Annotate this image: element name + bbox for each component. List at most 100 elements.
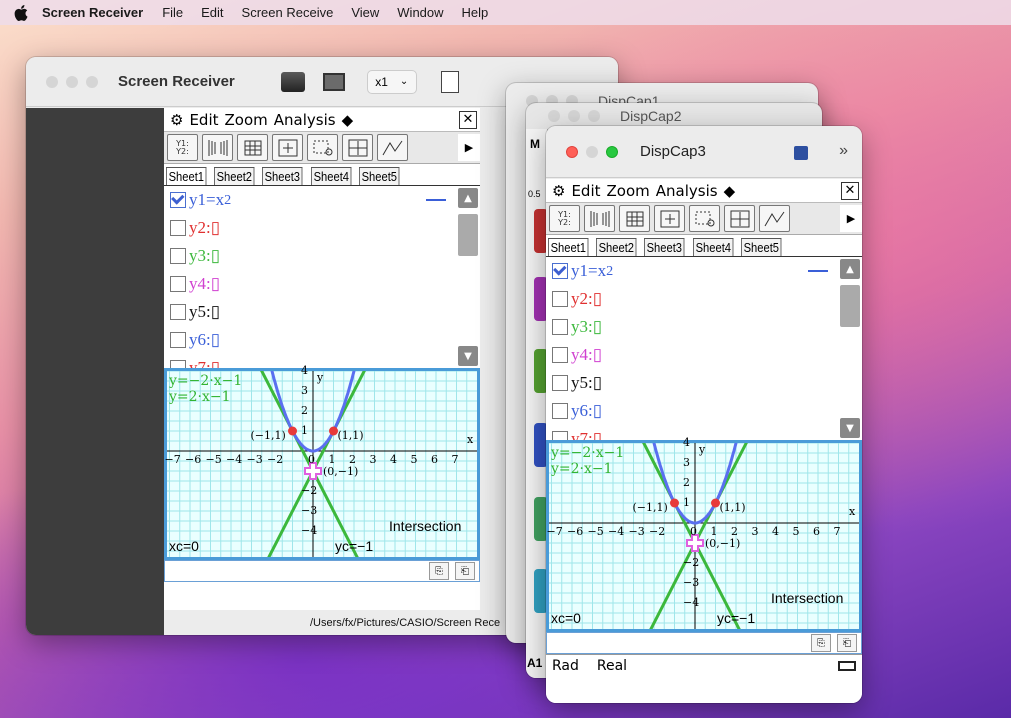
menu-help[interactable]: Help	[462, 5, 489, 20]
zoom-button[interactable]	[588, 110, 600, 122]
equation-label[interactable]: y4:	[571, 345, 593, 365]
family-icon[interactable]	[584, 205, 615, 232]
zoom-button[interactable]	[86, 75, 98, 88]
yeq-button[interactable]: Y1: Y2:	[549, 205, 580, 232]
menu-analysis[interactable]: Analysis	[656, 182, 718, 200]
equation-row[interactable]: y3: ▯	[164, 242, 480, 270]
family-icon[interactable]	[202, 134, 233, 161]
equation-row[interactable]: y1= x 2	[546, 257, 862, 285]
scroll-down-icon[interactable]: ▼	[458, 346, 478, 366]
equation-row[interactable]: y1= x 2	[164, 186, 480, 214]
equation-label[interactable]: y1=	[189, 190, 216, 210]
equation-row[interactable]: y2: ▯	[164, 214, 480, 242]
close-button[interactable]	[46, 75, 58, 88]
equation-expression[interactable]: ▯	[593, 317, 602, 337]
screen-add-icon[interactable]	[322, 72, 345, 91]
equation-expression[interactable]: x	[598, 261, 607, 281]
equation-label[interactable]: y2:	[571, 289, 593, 309]
equation-label[interactable]: y7:	[189, 358, 211, 368]
menu-app-name[interactable]: Screen Receiver	[42, 5, 143, 20]
equation-checkbox[interactable]	[170, 276, 186, 292]
tab-sheet2[interactable]: Sheet2	[214, 167, 255, 185]
scroll-down-icon[interactable]: ▼	[840, 418, 860, 438]
equation-expression[interactable]: ▯	[211, 274, 220, 294]
zoom-box-icon[interactable]	[689, 205, 720, 232]
equation-expression[interactable]: ▯	[593, 345, 602, 365]
line-style-icon[interactable]	[808, 270, 828, 272]
tab-sheet3[interactable]: Sheet3	[644, 238, 686, 256]
equation-label[interactable]: y1=	[571, 261, 598, 281]
equation-expression[interactable]: x	[216, 190, 225, 210]
equation-row[interactable]: y7: ▯	[546, 425, 862, 440]
scroll-up-icon[interactable]: ▲	[840, 259, 860, 279]
scroll-thumb[interactable]	[458, 214, 478, 256]
menu-edit-calc[interactable]: Edit	[571, 182, 600, 200]
equation-label[interactable]: y3:	[189, 246, 211, 266]
minimize-button[interactable]	[568, 110, 580, 122]
equation-row[interactable]: y2: ▯	[546, 285, 862, 313]
menu-zoom[interactable]: Zoom	[225, 111, 268, 129]
equation-expression[interactable]: ▯	[593, 373, 602, 393]
equation-checkbox[interactable]	[552, 347, 568, 363]
close-icon[interactable]: ✕	[841, 182, 859, 200]
minimize-button[interactable]	[586, 145, 598, 158]
menu-edit-calc[interactable]: Edit	[189, 111, 218, 129]
equation-checkbox[interactable]	[552, 431, 568, 440]
zoom-fit-icon[interactable]	[654, 205, 685, 232]
zoom-auto-icon[interactable]	[342, 134, 373, 161]
double-chevron-icon[interactable]: »	[839, 142, 848, 160]
equation-checkbox[interactable]	[170, 332, 186, 348]
play-icon[interactable]: ▶	[458, 134, 480, 161]
equation-label[interactable]: y5:	[571, 373, 593, 393]
equation-checkbox[interactable]	[552, 375, 568, 391]
apple-icon[interactable]	[0, 4, 42, 21]
trace-icon[interactable]	[377, 134, 408, 161]
equation-checkbox[interactable]	[170, 360, 186, 368]
save-icon[interactable]	[794, 146, 808, 160]
tab-sheet2[interactable]: Sheet2	[596, 238, 637, 256]
copy-icon[interactable]	[440, 70, 459, 93]
zoom-auto-icon[interactable]	[724, 205, 755, 232]
equation-label[interactable]: y5:	[189, 302, 211, 322]
tab-sheet5[interactable]: Sheet5	[358, 167, 400, 185]
paste-icon[interactable]: ⎗	[455, 562, 475, 580]
copy-icon[interactable]: ⎘	[811, 634, 831, 652]
equation-expression[interactable]: ▯	[593, 289, 602, 309]
menu-file[interactable]: File	[162, 5, 183, 20]
equation-label[interactable]: y2:	[189, 218, 211, 238]
equation-row[interactable]: y5: ▯	[546, 369, 862, 397]
equation-row[interactable]: y7: ▯	[164, 354, 480, 368]
zoom-box-icon[interactable]	[307, 134, 338, 161]
menu-zoom[interactable]: Zoom	[607, 182, 650, 200]
gear-icon[interactable]: ⚙	[552, 182, 565, 200]
close-button[interactable]	[566, 145, 578, 158]
equation-label[interactable]: y3:	[571, 317, 593, 337]
table-icon[interactable]	[237, 134, 268, 161]
equation-row[interactable]: y5: ▯	[164, 298, 480, 326]
tab-sheet1[interactable]: Sheet1	[548, 238, 589, 256]
equation-row[interactable]: y4: ▯	[546, 341, 862, 369]
scroll-thumb[interactable]	[840, 285, 860, 327]
scroll-up-icon[interactable]: ▲	[458, 188, 478, 208]
equation-label[interactable]: y4:	[189, 274, 211, 294]
tab-sheet4[interactable]: Sheet4	[692, 238, 734, 256]
gear-icon[interactable]: ⚙	[170, 111, 183, 129]
scrollbar[interactable]: ▲ ▼	[458, 188, 478, 366]
close-icon[interactable]: ✕	[459, 111, 477, 129]
zoom-select[interactable]: x1 ⌄	[366, 69, 417, 94]
equation-checkbox[interactable]	[170, 248, 186, 264]
menu-view[interactable]: View	[351, 5, 379, 20]
menu-analysis[interactable]: Analysis	[274, 111, 336, 129]
tab-sheet5[interactable]: Sheet5	[740, 238, 782, 256]
equation-expression[interactable]: ▯	[211, 358, 220, 368]
play-icon[interactable]: ▶	[840, 205, 862, 232]
paste-icon[interactable]: ⎗	[837, 634, 857, 652]
equation-checkbox[interactable]	[170, 192, 186, 208]
close-button[interactable]	[548, 110, 560, 122]
zoom-button[interactable]	[606, 145, 618, 158]
table-icon[interactable]	[619, 205, 650, 232]
equation-expression[interactable]: ▯	[211, 246, 220, 266]
equation-checkbox[interactable]	[170, 220, 186, 236]
equation-row[interactable]: y4: ▯	[164, 270, 480, 298]
equation-expression[interactable]: ▯	[211, 302, 220, 322]
